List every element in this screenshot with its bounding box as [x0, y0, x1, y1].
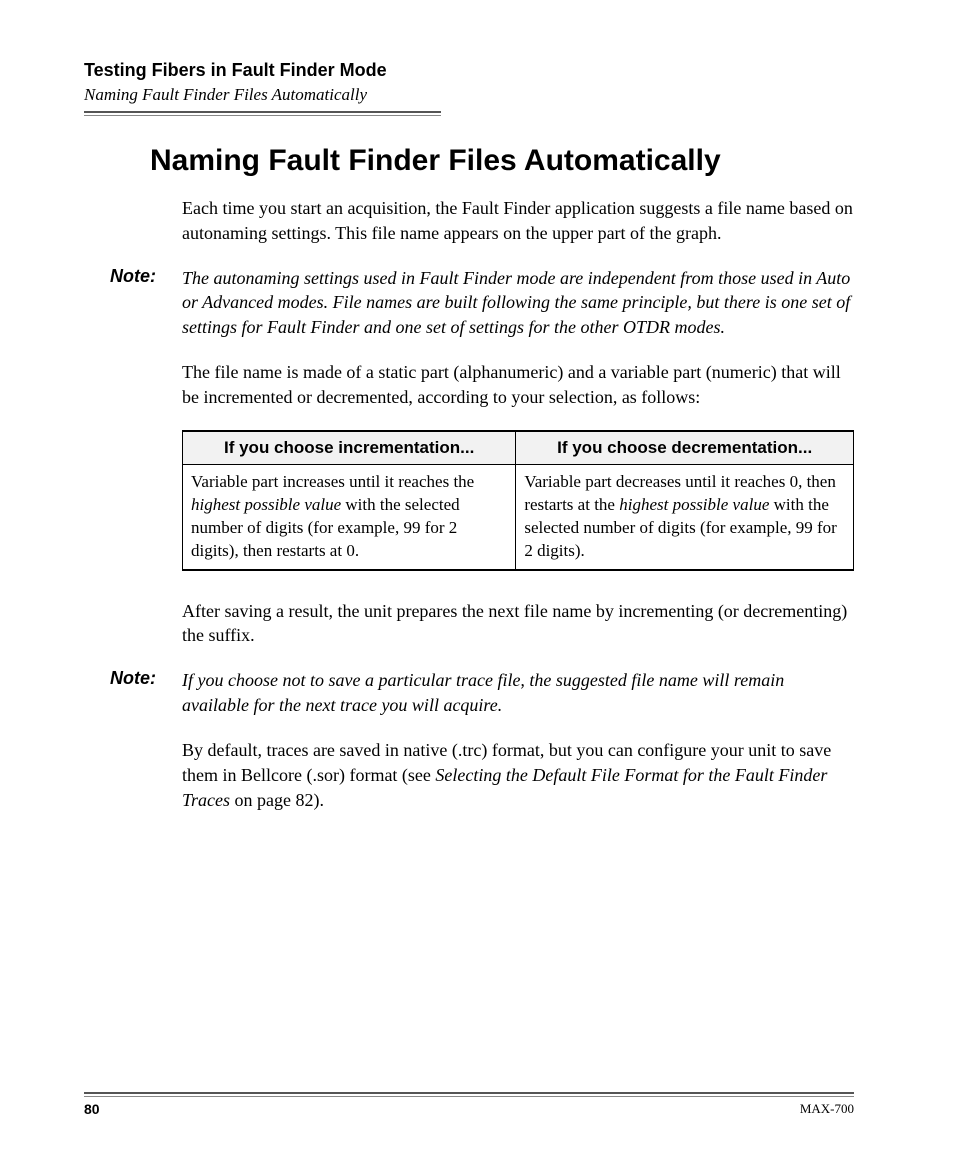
intro-paragraph: Each time you start an acquisition, the …	[182, 196, 854, 246]
section-subtitle: Naming Fault Finder Files Automatically	[84, 85, 854, 105]
cell-text-italic: highest possible value	[619, 495, 769, 514]
content-area: Naming Fault Finder Files Automatically …	[182, 144, 854, 812]
chapter-title: Testing Fibers in Fault Finder Mode	[84, 60, 854, 81]
page-number: 80	[84, 1101, 100, 1117]
page-footer: 80 MAX-700	[84, 1092, 854, 1117]
page-title: Naming Fault Finder Files Automatically	[150, 144, 854, 178]
table-row: Variable part increases until it reaches…	[183, 464, 854, 569]
note-label: Note:	[110, 266, 182, 287]
note-block-1: Note: The autonaming settings used in Fa…	[110, 266, 854, 340]
footer-rule	[84, 1092, 854, 1097]
after-save-paragraph: After saving a result, the unit prepares…	[182, 599, 854, 649]
note-label: Note:	[110, 668, 182, 689]
header-rule	[84, 111, 441, 116]
filename-desc-paragraph: The file name is made of a static part (…	[182, 360, 854, 410]
note-text: If you choose not to save a particular t…	[182, 668, 854, 718]
cell-decrementation: Variable part decreases until it reaches…	[516, 464, 854, 569]
footer-row: 80 MAX-700	[84, 1101, 854, 1117]
paragraph-text: on page 82).	[230, 790, 324, 810]
page-header: Testing Fibers in Fault Finder Mode Nami…	[84, 60, 854, 116]
cell-incrementation: Variable part increases until it reaches…	[183, 464, 516, 569]
default-format-paragraph: By default, traces are saved in native (…	[182, 738, 854, 812]
col-header-increment: If you choose incrementation...	[183, 431, 516, 465]
cell-text: Variable part increases until it reaches…	[191, 472, 474, 491]
note-block-2: Note: If you choose not to save a partic…	[110, 668, 854, 718]
page: Testing Fibers in Fault Finder Mode Nami…	[0, 0, 954, 1159]
increment-decrement-table: If you choose incrementation... If you c…	[182, 430, 854, 571]
col-header-decrement: If you choose decrementation...	[516, 431, 854, 465]
note-text: The autonaming settings used in Fault Fi…	[182, 266, 854, 340]
cell-text-italic: highest possible value	[191, 495, 341, 514]
table-header-row: If you choose incrementation... If you c…	[183, 431, 854, 465]
product-model: MAX-700	[800, 1101, 854, 1117]
